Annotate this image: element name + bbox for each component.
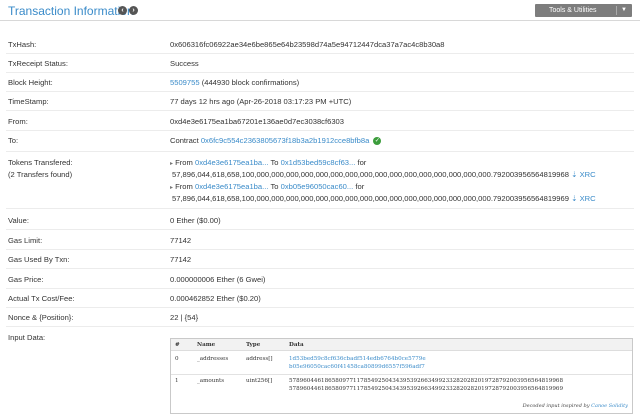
gas-price-value: 0.000000006 Ether (6 Gwei)	[170, 275, 266, 284]
column-header-data: Data	[289, 342, 304, 348]
block-height-label: Block Height:	[8, 78, 53, 87]
table-header: # Name Type Data	[171, 339, 632, 351]
from-label: From:	[8, 117, 28, 126]
nonce-label: Nonce & {Position}:	[8, 313, 74, 322]
status-label: TxReceipt Status:	[8, 59, 68, 68]
value-value: 0 Ether ($0.00)	[170, 216, 221, 225]
row-divider	[171, 374, 632, 375]
transfer-from-label: From	[175, 158, 193, 167]
status-value: Success	[170, 59, 199, 68]
param-type: uint256[]	[246, 378, 273, 384]
gas-limit-value: 77142	[170, 236, 192, 245]
divider	[6, 151, 634, 152]
transfer-from-label: From	[175, 182, 193, 191]
page-header: Transaction Information ‹ › Tools & Util…	[0, 0, 640, 21]
transfer-to-link[interactable]: 0xb05e96050cac60...	[281, 182, 354, 191]
transfer-to-link[interactable]: 0x1d53bed59c8cf63...	[281, 158, 356, 167]
amount-value: 5789604461865809771178549250434395392663…	[289, 378, 564, 384]
param-type: address[]	[246, 356, 273, 362]
block-confirmations: (444930 block confirmations)	[201, 78, 300, 87]
gas-used-value: 77142	[170, 255, 192, 264]
tx-cost-label: Actual Tx Cost/Fee:	[8, 294, 75, 303]
divider	[6, 268, 634, 269]
gas-price-label: Gas Price:	[8, 275, 44, 284]
to-label: To:	[8, 136, 19, 145]
gas-limit-label: Gas Limit:	[8, 236, 43, 245]
divider	[6, 229, 634, 230]
amount-value: 5789604461865809771178549250434395392663…	[289, 386, 564, 392]
transfer-for-label: for	[355, 182, 365, 191]
column-header-name: Name	[197, 342, 216, 348]
transfer-amount-line: 57,896,044,618,658,100,000,000,000,000,0…	[172, 170, 596, 179]
decoded-input-footer: Decoded input inspired by Canoe Solidity	[523, 403, 628, 409]
transfer-amount: 57,896,044,618,658,100,000,000,000,000,0…	[172, 170, 569, 179]
input-data-table: # Name Type Data 0 _addresses address[] …	[170, 338, 633, 414]
divider	[6, 249, 634, 250]
timestamp-value: 77 days 12 hrs ago (Apr-26-2018 03:17:23…	[170, 97, 352, 106]
transfer-amount-line: 57,896,044,618,658,100,000,000,000,000,0…	[172, 194, 596, 203]
token-icon: ⇣	[571, 194, 578, 203]
to-value: Contract 0x6fc9c554c2363805673f18b3a2b19…	[170, 136, 382, 145]
tokens-count-label: (2 Transfers found)	[8, 170, 73, 179]
caret-right-icon: ▸	[170, 185, 174, 191]
tools-divider	[616, 6, 617, 15]
address-link[interactable]: 1d53bed59c8cf636cbadf514edb6764b0ce5779e	[289, 356, 426, 362]
transfer-amount: 57,896,044,618,658,100,000,000,000,000,0…	[172, 194, 569, 203]
divider	[6, 326, 634, 327]
column-header-type: Type	[246, 342, 261, 348]
transfer-to-label: To	[270, 158, 279, 167]
timestamp-label: TimeStamp:	[8, 97, 49, 106]
contract-address-link[interactable]: 0x6fc9c554c2363805673f18b3a2b1912cce8bfb…	[201, 136, 369, 145]
next-arrow-icon[interactable]: ›	[129, 6, 138, 15]
canoe-solidity-link[interactable]: Canoe Solidity	[591, 403, 628, 409]
row-index: 1	[175, 378, 179, 384]
tokens-label: Tokens Transfered:	[8, 158, 73, 167]
tools-utilities-label: Tools & Utilities	[549, 7, 597, 14]
page-title: Transaction Information	[8, 4, 134, 18]
caret-right-icon: ▸	[170, 161, 174, 167]
footer-text: Decoded input inspired by	[522, 403, 590, 409]
divider	[6, 110, 634, 111]
transfer-line: ▸ From 0xd4e3e6175ea1ba... To 0x1d53bed5…	[170, 158, 366, 167]
address-link[interactable]: b05e96050cac60f41458ca80899d6557f596adf7	[289, 364, 425, 370]
txhash-label: TxHash:	[8, 40, 37, 49]
value-label: Value:	[8, 216, 29, 225]
input-data-label: Input Data:	[8, 333, 46, 342]
transfer-token-link[interactable]: XRC	[580, 170, 596, 179]
divider	[6, 208, 634, 209]
divider	[6, 307, 634, 308]
transfer-to-label: To	[270, 182, 279, 191]
divider	[6, 288, 634, 289]
param-name: _addresses	[197, 356, 229, 362]
transfer-for-label: for	[357, 158, 367, 167]
from-address-link[interactable]: 0xd4e3e6175ea1ba67201e136ae0d7ec3038cf63…	[170, 117, 344, 126]
param-name: _amounts	[197, 378, 225, 384]
contract-prefix: Contract	[170, 136, 199, 145]
transfer-token-link[interactable]: XRC	[580, 194, 596, 203]
prev-arrow-icon[interactable]: ‹	[118, 6, 127, 15]
column-header-index: #	[175, 342, 180, 348]
transfer-line: ▸ From 0xd4e3e6175ea1ba... To 0xb05e9605…	[170, 182, 364, 191]
transfer-from-link[interactable]: 0xd4e3e6175ea1ba...	[195, 182, 268, 191]
token-icon: ⇣	[571, 170, 578, 179]
divider	[6, 91, 634, 92]
row-index: 0	[175, 356, 179, 362]
tx-cost-value: 0.000462852 Ether ($0.20)	[170, 294, 261, 303]
divider	[6, 130, 634, 131]
gas-used-label: Gas Used By Txn:	[8, 255, 70, 264]
txhash-value: 0x606316fc06922ae34e6be865e64b23598d74a5…	[170, 40, 445, 49]
divider	[6, 72, 634, 73]
block-height-link[interactable]: 5509755	[170, 78, 200, 87]
divider	[6, 53, 634, 54]
nonce-value: 22 | {54}	[170, 313, 199, 322]
block-height-value: 5509755 (444930 block confirmations)	[170, 78, 299, 87]
chevron-down-icon: ▼	[621, 7, 627, 13]
tools-utilities-button[interactable]: Tools & Utilities ▼	[535, 4, 632, 17]
verified-check-icon: ✓	[373, 137, 382, 145]
transfer-from-link[interactable]: 0xd4e3e6175ea1ba...	[195, 158, 268, 167]
